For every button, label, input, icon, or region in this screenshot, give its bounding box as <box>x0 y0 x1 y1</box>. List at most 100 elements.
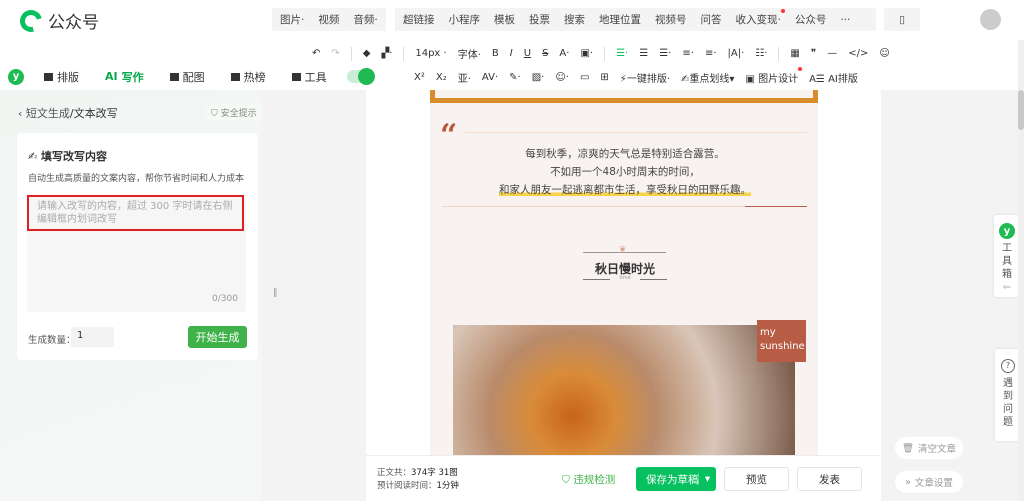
quantity-input[interactable]: 1 <box>71 327 114 347</box>
nav-location[interactable]: 地理位置 <box>599 12 641 27</box>
article-stats: 正文共：374字 31图 预计阅读时间：1分钟 <box>377 467 459 493</box>
magic-icon[interactable]: ✎· <box>509 72 521 83</box>
nav-template[interactable]: 模板 <box>494 12 515 27</box>
perfume-photo[interactable] <box>453 325 795 455</box>
line-height-icon[interactable]: ≡· <box>682 48 694 59</box>
align-left-icon[interactable]: ☰· <box>616 48 628 59</box>
nav-video[interactable]: 视频 <box>318 12 339 27</box>
toolbox-panel[interactable]: y 工具箱 ⇐ <box>994 215 1020 297</box>
letter-spacing-icon[interactable]: |A|· <box>728 48 745 59</box>
superscript-button[interactable]: X² <box>414 72 425 83</box>
nav-channels[interactable]: 视频号 <box>655 12 687 27</box>
safety-tip[interactable]: ⛉ 安全提示 <box>205 104 263 121</box>
quote-button[interactable]: ❞ <box>811 48 816 59</box>
generate-button[interactable]: 开始生成 <box>188 326 247 348</box>
scrollbar-thumb[interactable] <box>1018 90 1024 130</box>
background-color-icon[interactable]: ▣· <box>580 48 593 59</box>
back-icon[interactable]: ‹ <box>18 107 26 120</box>
section-subtitle: time <box>610 275 640 281</box>
bold-button[interactable]: B <box>492 48 499 59</box>
underline-button[interactable]: U <box>524 48 531 59</box>
one-click-layout-button[interactable]: ⚡一键排版· <box>620 70 670 85</box>
mobile-preview-button[interactable]: ▯ <box>884 8 920 31</box>
italic-button[interactable]: I <box>510 48 513 59</box>
help-label: 遇到问题 <box>1003 378 1013 428</box>
article-settings-button[interactable]: » 文章设置 <box>895 471 963 493</box>
char-spacing-icon[interactable]: AV· <box>482 72 498 83</box>
briefcase-icon[interactable]: ⊞ <box>600 72 608 83</box>
divider-accent <box>745 206 807 207</box>
tab-tools[interactable]: 工具 <box>286 63 333 90</box>
image-design-button[interactable]: ▣ 图片设计 <box>745 67 803 85</box>
rewrite-input-placeholder[interactable]: 请输入改写的内容，超过 300 字时请在右侧编辑框内划词改写 <box>27 195 244 231</box>
plugin-toggle[interactable] <box>346 68 375 85</box>
divider <box>442 206 745 207</box>
subscript-button[interactable]: X₂ <box>436 72 447 83</box>
nav-search[interactable]: 搜索 <box>564 12 585 27</box>
notification-dot <box>780 9 785 13</box>
left-tabs: y 排版 AI 写作 配图 热榜 工具 <box>8 63 375 90</box>
nav-account[interactable]: 公众号 <box>795 12 827 27</box>
card-description: 自动生成高质量的文案内容，帮你节省时间和人力成本 <box>28 174 245 184</box>
nav-audio[interactable]: 音频· <box>353 12 377 27</box>
save-dropdown-icon[interactable]: ▾ <box>698 473 716 485</box>
eraser-icon[interactable]: ◆ <box>363 48 371 59</box>
clear-article-label: 清空文章 <box>918 444 957 455</box>
highlight-line-button[interactable]: ✍重点划线▾ <box>681 70 734 85</box>
breadcrumb-parent[interactable]: 短文生成 <box>26 107 70 120</box>
clear-article-button[interactable]: 🗑 清空文章 <box>895 437 963 459</box>
align-center-icon[interactable]: ☰· <box>659 48 671 59</box>
list-icon[interactable]: ☷· <box>755 48 767 59</box>
sticker-icon[interactable]: ☺· <box>555 72 569 83</box>
nav-miniprogram[interactable]: 小程序 <box>449 12 481 27</box>
emoji-icon[interactable]: ☺ <box>879 48 889 59</box>
divider <box>465 132 807 133</box>
divider-button[interactable]: — <box>827 48 837 59</box>
image-design-label: 图片设计 <box>758 74 799 85</box>
html-icon[interactable]: ▭ <box>580 72 589 83</box>
nav-vote[interactable]: 投票 <box>529 12 550 27</box>
nav-more[interactable]: ··· <box>840 14 850 26</box>
compliance-check-button[interactable]: ⛉ 违规检测 <box>562 472 615 487</box>
ai-layout-button[interactable]: A☰ AI排版 <box>809 70 858 85</box>
nav-monetize-label: 收入变现· <box>735 14 781 26</box>
text-style-icon[interactable]: 亚· <box>458 70 471 85</box>
redo-icon[interactable]: ↷ <box>331 48 339 59</box>
publish-button[interactable]: 发表 <box>797 467 862 491</box>
panel-resize-handle[interactable]: ‖ <box>273 288 278 298</box>
nav-image[interactable]: 图片· <box>280 12 304 27</box>
tab-writing[interactable]: AI 写作 <box>99 63 150 90</box>
format-painter-icon[interactable]: ▞· <box>381 48 392 59</box>
undo-icon[interactable]: ↶ <box>312 48 320 59</box>
font-color-button[interactable]: A· <box>559 48 569 59</box>
plugin-logo-icon: y <box>8 68 24 85</box>
wechat-mp-logo-icon <box>15 5 47 36</box>
tab-layout[interactable]: 排版 <box>38 63 85 90</box>
nav-link[interactable]: 超链接 <box>403 12 435 27</box>
nav-qa[interactable]: 问答 <box>701 12 722 27</box>
preview-button[interactable]: 预览 <box>724 467 789 491</box>
breadcrumb: ‹ 短文生成/文本改写 <box>18 105 118 121</box>
paragraph-spacing-icon[interactable]: ≡· <box>705 48 717 59</box>
word-count: 374字 31图 <box>411 468 458 478</box>
tab-label: 写作 <box>121 70 144 84</box>
save-draft-button[interactable]: 保存为草稿 ▾ <box>636 467 716 491</box>
font-family-select[interactable]: 字体· <box>458 46 481 61</box>
font-size-select[interactable]: 14px · <box>415 48 446 59</box>
logo[interactable]: 公众号 <box>15 5 99 36</box>
ai-icon: AI <box>105 70 118 83</box>
tab-trending[interactable]: 热榜 <box>225 63 272 90</box>
save-draft-label: 保存为草稿 <box>646 473 699 486</box>
app-title: 公众号 <box>48 13 99 33</box>
tab-images[interactable]: 配图 <box>164 63 211 90</box>
indent-icon[interactable]: ☰ <box>639 48 648 59</box>
image-icon[interactable]: ▨· <box>532 72 545 83</box>
code-button[interactable]: </> <box>848 48 868 59</box>
avatar[interactable] <box>980 9 1001 30</box>
table-icon[interactable]: ▦ <box>790 48 799 59</box>
strikethrough-button[interactable]: S <box>542 48 548 59</box>
ai-layout-label: AI排版 <box>828 74 858 85</box>
scrollbar[interactable] <box>1018 40 1024 501</box>
plugin-logo-icon: y <box>999 223 1015 239</box>
nav-monetize[interactable]: 收入变现· <box>735 9 785 27</box>
